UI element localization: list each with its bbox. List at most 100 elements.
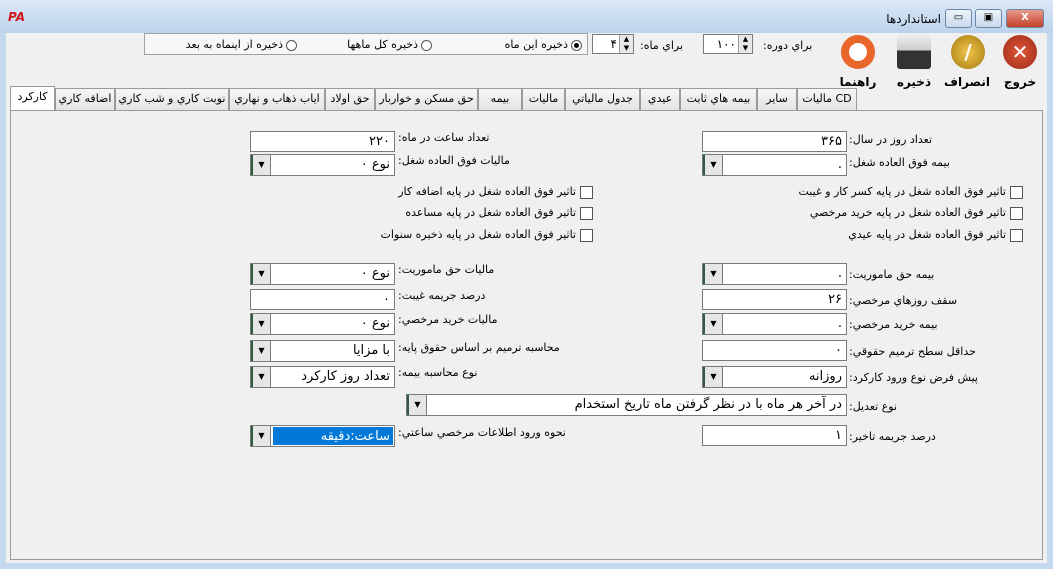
radio-icon <box>286 39 297 51</box>
save-label: ذخیره <box>896 75 932 89</box>
window-title: استانداردها <box>886 12 941 26</box>
default-entry-select[interactable]: ▼ روزانه <box>702 366 847 388</box>
save-options-group: ذخیره این ماه ذخیره کل ماهها ذخیره از ای… <box>144 33 588 55</box>
checkbox-icon[interactable] <box>580 228 593 242</box>
period-value: ۱۰۰ <box>716 37 736 51</box>
adjust-type-select[interactable]: ▼ در آخر هر ماه با در نظر گرفتن ماه تاریخ… <box>406 394 847 416</box>
dropdown-arrow-icon[interactable]: ▼ <box>251 341 271 361</box>
month-label: براي ماه: <box>640 39 684 52</box>
adjust-base-label: محاسبه ترمیم بر اساس حقوق پایه: <box>398 341 560 354</box>
leave-buy-tax-label: مالیات خرید مرخصي: <box>398 313 498 326</box>
month-spinner[interactable]: ۴ ▲ ▼ <box>592 34 634 54</box>
exit-label: خروج <box>1003 75 1037 89</box>
tab-overtime[interactable]: اضافه کاري <box>55 88 115 110</box>
days-per-year-label: تعداد روز در سال: <box>849 133 932 146</box>
work-days-panel <box>10 110 1043 560</box>
leave-buy-tax-select[interactable]: ▼ نوع ۰ <box>250 313 395 335</box>
dropdown-arrow-icon[interactable]: ▼ <box>251 264 271 284</box>
radio-save-this-month[interactable]: ذخیره این ماه <box>505 38 582 51</box>
overtime-insurance-select[interactable]: ▼. <box>702 154 847 176</box>
absence-penalty-input[interactable]: ۰ <box>250 289 395 310</box>
delay-penalty-label: درصد جریمه تاخیر: <box>849 430 936 443</box>
dropdown-arrow-icon[interactable]: ▼ <box>703 314 723 334</box>
maximize-button[interactable]: ▣ <box>975 9 1002 28</box>
check-overtime-overtime[interactable]: تاثیر فوق العاده شغل در پایه اضافه کار <box>398 185 593 199</box>
checkbox-icon[interactable] <box>1010 206 1023 220</box>
spin-arrows-icon[interactable]: ▲ ▼ <box>619 35 633 53</box>
period-label: براي دوره: <box>763 39 813 52</box>
tab-commute[interactable]: اياب ذهاب و نهاري <box>229 88 325 110</box>
radio-save-all-months[interactable]: ذخیره کل ماهها <box>347 38 432 51</box>
days-per-year-input[interactable]: ۳۶۵ <box>702 131 847 152</box>
tab-shift-work[interactable]: نوبت کاري و شب کاري <box>115 88 229 110</box>
radio-save-from-this-month[interactable]: ذخیره از اینماه به بعد <box>186 38 297 51</box>
check-overtime-advance[interactable]: تاثیر فوق العاده شغل در پایه مساعده <box>405 206 593 220</box>
check-overtime-leave-buy[interactable]: تاثیر فوق العاده شغل در پایه خرید مرخصي <box>810 206 1023 220</box>
dropdown-arrow-icon[interactable]: ▼ <box>251 314 271 334</box>
app-logo: PA <box>8 10 25 24</box>
leave-buy-insurance-label: بیمه خرید مرخصي: <box>849 318 938 331</box>
overtime-tax-select[interactable]: ▼ نوع ۰ <box>250 154 395 176</box>
mission-tax-label: مالیات حق ماموریت: <box>398 263 495 276</box>
tab-tax[interactable]: مالیات <box>522 88 565 110</box>
tab-bar: CD مالیات سایر بیمه هاي ثابت عیدي جدول م… <box>10 86 1045 111</box>
overtime-tax-label: مالیات فوق العاده شغل: <box>398 154 510 167</box>
checkbox-icon[interactable] <box>580 206 593 220</box>
tab-other[interactable]: سایر <box>757 88 797 110</box>
min-salary-adjust-label: حداقل سطح ترمیم حقوقي: <box>849 345 976 358</box>
radio-icon <box>421 39 432 51</box>
tab-fixed-insurance[interactable]: بیمه هاي ثابت <box>680 88 757 110</box>
dropdown-arrow-icon[interactable]: ▼ <box>703 367 723 387</box>
dropdown-arrow-icon[interactable]: ▼ <box>251 426 271 446</box>
lifebuoy-icon <box>841 35 875 69</box>
help-button[interactable]: راهنما <box>836 33 880 89</box>
checkbox-icon[interactable] <box>580 185 593 199</box>
overtime-insurance-label: بیمه فوق العاده شغل: <box>849 156 950 169</box>
leave-cap-label: سقف روزهاي مرخصي: <box>849 294 958 307</box>
checkbox-icon[interactable] <box>1010 228 1023 242</box>
tab-work-days[interactable]: کارکرد <box>10 86 55 111</box>
tab-child-allowance[interactable]: حق اولاد <box>325 88 375 110</box>
delay-penalty-input[interactable]: ۱ <box>702 425 847 446</box>
dropdown-arrow-icon[interactable]: ▼ <box>251 155 271 175</box>
checkbox-icon[interactable] <box>1010 185 1023 199</box>
close-button[interactable]: X <box>1006 9 1044 28</box>
tab-cd-tax[interactable]: CD مالیات <box>797 88 857 110</box>
tab-tax-table[interactable]: جدول مالیاتي <box>565 88 640 110</box>
dropdown-arrow-icon[interactable]: ▼ <box>703 264 723 284</box>
hours-per-month-input[interactable]: ۲۲۰ <box>250 131 395 152</box>
radio-icon <box>571 39 582 51</box>
spin-arrows-icon[interactable]: ▲ ▼ <box>738 35 752 53</box>
leave-cap-input[interactable]: ۲۶ <box>702 289 847 310</box>
mission-insurance-select[interactable]: ▼. <box>702 263 847 285</box>
dropdown-arrow-icon[interactable]: ▼ <box>407 395 427 415</box>
insurance-calc-select[interactable]: ▼ تعداد روز کارکرد <box>250 366 395 388</box>
leave-buy-insurance-select[interactable]: ▼. <box>702 313 847 335</box>
exit-button[interactable]: ✕ خروج <box>998 33 1042 89</box>
hourly-leave-entry-select[interactable]: ▼ ساعت:دقیقه <box>250 425 395 447</box>
help-label: راهنما <box>839 75 877 89</box>
hours-per-month-label: تعداد ساعت در ماه: <box>398 131 490 144</box>
floppy-disk-icon <box>897 35 931 69</box>
minimize-button[interactable]: ▭ <box>945 9 972 28</box>
check-overtime-absence[interactable]: تاثیر فوق العاده شغل در پایه کسر کار و غ… <box>799 185 1023 199</box>
tab-bonus[interactable]: عیدي <box>640 88 680 110</box>
save-button[interactable]: ذخیره <box>892 33 936 89</box>
insurance-calc-label: نوع محاسبه بیمه: <box>398 366 478 379</box>
hourly-leave-entry-label: نحوه ورود اطلاعات مرخصي ساعتي: <box>398 426 566 439</box>
period-spinner[interactable]: ۱۰۰ ▲ ▼ <box>703 34 753 54</box>
adjust-base-select[interactable]: ▼ با مزایا <box>250 340 395 362</box>
mission-tax-select[interactable]: ▼ نوع ۰ <box>250 263 395 285</box>
default-entry-label: پیش فرض نوع ورود کارکرد: <box>849 371 978 384</box>
check-overtime-severance[interactable]: تاثیر فوق العاده شغل در پایه ذخیره سنوات <box>381 228 593 242</box>
cancel-slash-icon: / <box>951 35 985 69</box>
cancel-label: انصراف <box>944 75 990 89</box>
dropdown-arrow-icon[interactable]: ▼ <box>251 367 271 387</box>
min-salary-adjust-input[interactable]: ۰ <box>702 340 847 361</box>
mission-insurance-label: بیمه حق ماموریت: <box>849 268 935 281</box>
dropdown-arrow-icon[interactable]: ▼ <box>703 155 723 175</box>
tab-housing[interactable]: حق مسکن و خواربار <box>375 88 478 110</box>
tab-insurance[interactable]: بیمه <box>478 88 522 110</box>
check-overtime-bonus[interactable]: تاثیر فوق العاده شغل در پایه عیدي <box>848 228 1023 242</box>
cancel-button[interactable]: / انصراف <box>944 33 990 89</box>
